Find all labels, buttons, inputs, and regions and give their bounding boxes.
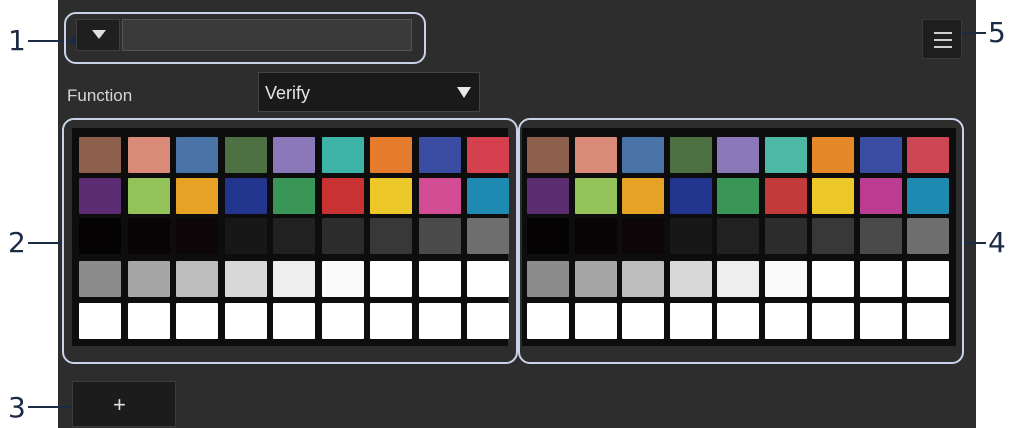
plus-icon: +	[113, 392, 126, 417]
callout-1-highlight	[64, 12, 426, 64]
callout-3: 3	[8, 391, 26, 424]
callout-4-highlight	[518, 118, 964, 364]
menu-button[interactable]	[922, 19, 962, 59]
callout-1: 1	[8, 24, 26, 57]
select-arrow-icon	[457, 87, 471, 98]
callout-2-highlight	[62, 118, 518, 364]
function-label: Function	[67, 86, 133, 105]
add-button[interactable]: +	[72, 381, 176, 427]
function-value: Verify	[265, 83, 311, 103]
callout-4-line	[962, 242, 986, 244]
callout-2: 2	[8, 226, 26, 259]
callout-2-line	[28, 242, 66, 244]
menu-icon	[934, 32, 952, 34]
callout-5: 5	[988, 16, 1006, 49]
function-select[interactable]: Verify	[258, 72, 480, 112]
callout-4: 4	[988, 226, 1006, 259]
